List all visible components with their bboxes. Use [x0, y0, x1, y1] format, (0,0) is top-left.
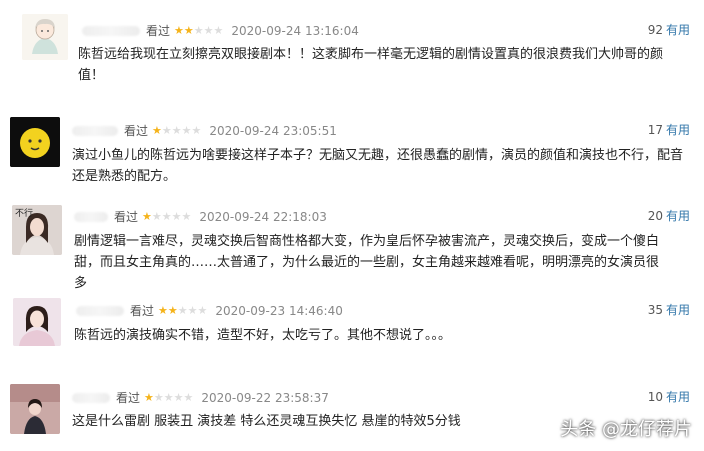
useful-vote[interactable]: 35 有用 [648, 301, 690, 318]
star-empty-icon: ★ [191, 124, 202, 137]
useful-count: 35 [647, 303, 663, 317]
review-meta: 看过 ★★★★★ 2020-09-24 23:05:51 [72, 122, 337, 139]
useful-link[interactable]: 有用 [666, 123, 690, 137]
rating-stars: ★★★★★ [158, 304, 207, 317]
useful-link[interactable]: 有用 [666, 390, 690, 404]
useful-count: 20 [647, 209, 663, 223]
star-empty-icon: ★ [161, 124, 172, 137]
star-empty-icon: ★ [197, 304, 208, 317]
review-meta: 看过 ★★★★★ 2020-09-24 13:16:04 [82, 22, 359, 39]
useful-count: 10 [647, 390, 663, 404]
useful-link[interactable]: 有用 [666, 23, 690, 37]
star-empty-icon: ★ [187, 304, 198, 317]
useful-vote[interactable]: 17 有用 [648, 121, 690, 138]
watched-label: 看过 [130, 304, 155, 318]
review-meta: 看过 ★★★★★ 2020-09-22 23:58:37 [72, 389, 329, 406]
svg-text:不行: 不行 [15, 207, 33, 219]
review-time: 2020-09-22 23:58:37 [201, 390, 329, 405]
star-empty-icon: ★ [203, 24, 214, 37]
review-content: 这是什么雷剧 服装丑 演技差 特么还灵魂互换失忆 悬崖的特效5分钱 [72, 414, 461, 429]
watched-label: 看过 [146, 24, 171, 38]
star-empty-icon: ★ [173, 391, 184, 404]
useful-link[interactable]: 有用 [666, 209, 690, 223]
review-time: 2020-09-24 22:18:03 [199, 209, 327, 224]
star-empty-icon: ★ [171, 124, 182, 137]
star-empty-icon: ★ [193, 24, 204, 37]
useful-vote[interactable]: 20 有用 [648, 207, 690, 224]
review-time: 2020-09-24 23:05:51 [209, 123, 337, 138]
review-time: 2020-09-24 13:16:04 [231, 23, 359, 38]
rating-stars: ★★★★★ [174, 24, 223, 37]
star-empty-icon: ★ [151, 210, 162, 223]
star-empty-icon: ★ [183, 391, 194, 404]
username-blurred[interactable] [74, 211, 108, 222]
watched-label: 看过 [116, 391, 141, 405]
useful-count: 17 [647, 123, 663, 137]
review-content: 剧情逻辑一言难尽，灵魂交换后智商性格都大变，作为皇后怀孕被害流产，灵魂交换后，变… [74, 234, 660, 291]
useful-vote[interactable]: 92 有用 [648, 21, 690, 38]
watched-label: 看过 [114, 210, 139, 224]
review-meta: 看过 ★★★★★ 2020-09-23 14:46:40 [76, 302, 343, 319]
star-empty-icon: ★ [181, 124, 192, 137]
review-meta: 看过 ★★★★★ 2020-09-24 22:18:03 [74, 208, 327, 225]
useful-vote[interactable]: 10 有用 [648, 388, 690, 405]
star-empty-icon: ★ [161, 210, 172, 223]
star-empty-icon: ★ [171, 210, 182, 223]
watched-label: 看过 [124, 124, 149, 138]
star-empty-icon: ★ [163, 391, 174, 404]
rating-stars: ★★★★★ [142, 210, 191, 223]
star-filled-icon: ★ [183, 24, 194, 37]
star-filled-icon: ★ [174, 24, 184, 37]
review-content: 陈哲远给我现在立刻擦亮双眼接剧本！！这袤脚布一样毫无逻辑的剧情设置真的很浪费我们… [78, 47, 664, 83]
useful-count: 92 [647, 23, 663, 37]
username-blurred[interactable] [72, 125, 118, 136]
star-empty-icon: ★ [181, 210, 192, 223]
star-empty-icon: ★ [177, 304, 188, 317]
review-content: 演过小鱼儿的陈哲远为啥要接这样子本子？无脑又无趣，还很愚蠢的剧情，演员的颜值和演… [72, 148, 684, 184]
avatar[interactable] [10, 117, 60, 167]
rating-stars: ★★★★★ [152, 124, 201, 137]
username-blurred[interactable] [76, 305, 124, 316]
avatar[interactable] [22, 14, 68, 60]
review-content: 陈哲远的演技确实不错，造型不好，太吃亏了。其他不想说了。。。 [74, 328, 452, 343]
useful-link[interactable]: 有用 [666, 303, 690, 317]
review-time: 2020-09-23 14:46:40 [215, 303, 343, 318]
star-filled-icon: ★ [167, 304, 178, 317]
star-filled-icon: ★ [142, 210, 152, 223]
username-blurred[interactable] [72, 392, 110, 403]
rating-stars: ★★★★★ [144, 391, 193, 404]
watermark: 头条 @龙仔荐片 [560, 419, 692, 440]
avatar[interactable] [10, 384, 60, 434]
star-empty-icon: ★ [213, 24, 224, 37]
username-blurred[interactable] [82, 25, 140, 36]
star-empty-icon: ★ [153, 391, 164, 404]
star-filled-icon: ★ [158, 304, 168, 317]
star-filled-icon: ★ [144, 391, 154, 404]
star-filled-icon: ★ [152, 124, 162, 137]
avatar[interactable] [13, 298, 61, 346]
avatar[interactable]: 不行 [12, 205, 62, 255]
